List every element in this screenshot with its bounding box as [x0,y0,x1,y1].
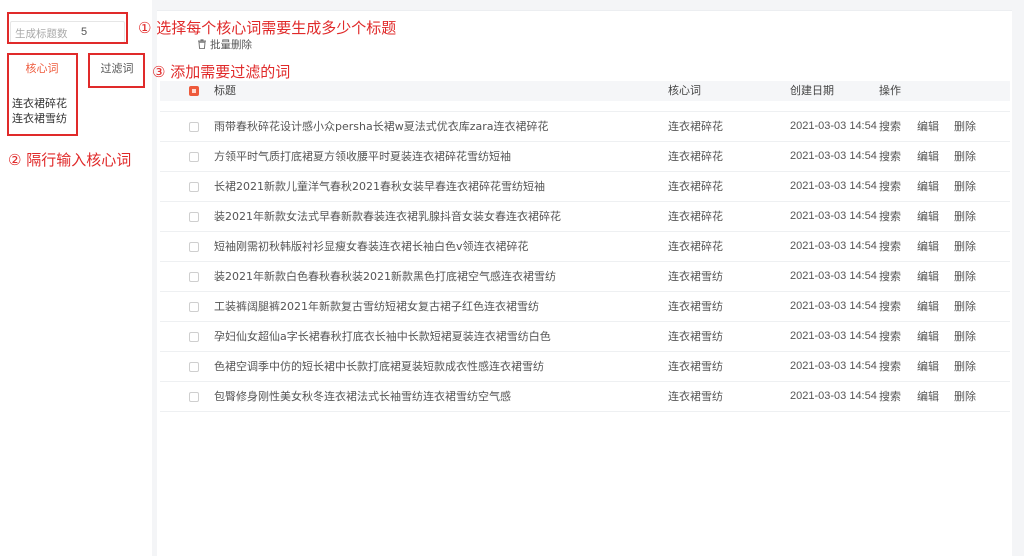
row-edit-link[interactable]: 编辑 [917,382,939,411]
row-delete-link[interactable]: 删除 [954,292,976,321]
row-date: 2021-03-03 14:54 [790,360,877,372]
row-keyword: 连衣裙雪纺 [668,300,723,313]
table-body: 雨带春秋碎花设计感小众persha长裙w夏法式优衣库zara连衣裙碎花 连衣裙碎花… [160,111,1010,412]
row-date: 2021-03-03 14:54 [790,330,877,342]
row-title: 装2021年新款女法式早春新款春装连衣裙乳腺抖音女装女春连衣裙碎花 [214,210,561,223]
row-checkbox[interactable] [189,122,199,132]
row-keyword: 连衣裙碎花 [668,240,723,253]
row-delete-link[interactable]: 删除 [954,172,976,201]
row-delete-link[interactable]: 删除 [954,382,976,411]
table-row: 色裙空调季中仿的短长裙中长款打底裙夏装短款成衣性感连衣裙雪纺 连衣裙雪纺 2021-… [160,352,1010,382]
row-checkbox[interactable] [189,182,199,192]
row-checkbox[interactable] [189,152,199,162]
batch-delete-label: 批量删除 [210,38,252,51]
annotation-box-filter [88,53,145,88]
row-delete-link[interactable]: 删除 [954,112,976,141]
row-search-link[interactable]: 搜索 [879,172,901,201]
row-keyword: 连衣裙碎花 [668,120,723,133]
row-edit-link[interactable]: 编辑 [917,262,939,291]
row-keyword: 连衣裙雪纺 [668,330,723,343]
table-row: 工装裤阔腿裤2021年新款复古雪纺短裙女复古裙子红色连衣裙雪纺 连衣裙雪纺 2021… [160,292,1010,322]
row-title: 短袖刚需初秋韩版衬衫显瘦女春装连衣裙长袖白色v领连衣裙碎花 [214,240,529,253]
row-date: 2021-03-03 14:54 [790,120,877,132]
row-delete-link[interactable]: 删除 [954,142,976,171]
row-checkbox[interactable] [189,362,199,372]
row-keyword: 连衣裙碎花 [668,180,723,193]
row-delete-link[interactable]: 删除 [954,232,976,261]
table-row: 方领平时气质打底裙夏方领收腰平时夏装连衣裙碎花雪纺短袖 连衣裙碎花 2021-03-… [160,142,1010,172]
row-edit-link[interactable]: 编辑 [917,352,939,381]
row-search-link[interactable]: 搜索 [879,202,901,231]
row-title: 长裙2021新款儿童洋气春秋2021春秋女装早春连衣裙碎花雪纺短袖 [214,180,545,193]
table-row: 装2021年新款女法式早春新款春装连衣裙乳腺抖音女装女春连衣裙碎花 连衣裙碎花 20… [160,202,1010,232]
header-keyword: 核心词 [668,84,701,97]
annotation-step3: ③ 添加需要过滤的词 [152,63,291,81]
row-date: 2021-03-03 14:54 [790,270,877,282]
row-date: 2021-03-03 14:54 [790,240,877,252]
row-keyword: 连衣裙碎花 [668,210,723,223]
row-search-link[interactable]: 搜索 [879,262,901,291]
header-title: 标题 [214,84,236,97]
table-row: 短袖刚需初秋韩版衬衫显瘦女春装连衣裙长袖白色v领连衣裙碎花 连衣裙碎花 2021-0… [160,232,1010,262]
row-date: 2021-03-03 14:54 [790,210,877,222]
row-keyword: 连衣裙雪纺 [668,390,723,403]
row-delete-link[interactable]: 删除 [954,262,976,291]
row-search-link[interactable]: 搜索 [879,142,901,171]
batch-delete-button[interactable]: 批量删除 [197,37,252,51]
row-checkbox[interactable] [189,272,199,282]
table-header: 标题 核心词 创建日期 操作 [160,81,1010,101]
row-edit-link[interactable]: 编辑 [917,202,939,231]
row-title: 工装裤阔腿裤2021年新款复古雪纺短裙女复古裙子红色连衣裙雪纺 [214,300,539,313]
row-search-link[interactable]: 搜索 [879,382,901,411]
table-row: 长裙2021新款儿童洋气春秋2021春秋女装早春连衣裙碎花雪纺短袖 连衣裙碎花 20… [160,172,1010,202]
row-search-link[interactable]: 搜索 [879,112,901,141]
row-checkbox[interactable] [189,392,199,402]
row-checkbox[interactable] [189,242,199,252]
row-keyword: 连衣裙碎花 [668,150,723,163]
row-checkbox[interactable] [189,332,199,342]
select-all-checkbox[interactable] [189,86,199,96]
row-edit-link[interactable]: 编辑 [917,292,939,321]
row-date: 2021-03-03 14:54 [790,390,877,402]
annotation-step2: ② 隔行输入核心词 [8,151,132,169]
row-checkbox[interactable] [189,302,199,312]
row-delete-link[interactable]: 删除 [954,202,976,231]
row-title: 方领平时气质打底裙夏方领收腰平时夏装连衣裙碎花雪纺短袖 [214,150,511,163]
row-date: 2021-03-03 14:54 [790,180,877,192]
row-delete-link[interactable]: 删除 [954,322,976,351]
annotation-box-keywords [7,53,78,136]
row-search-link[interactable]: 搜索 [879,352,901,381]
row-search-link[interactable]: 搜索 [879,322,901,351]
row-edit-link[interactable]: 编辑 [917,112,939,141]
table-row: 装2021年新款白色春秋春秋装2021新款黑色打底裙空气感连衣裙雪纺 连衣裙雪纺 2… [160,262,1010,292]
table-row: 孕妇仙女超仙a字长裙春秋打底衣长袖中长款短裙夏装连衣裙雪纺白色 连衣裙雪纺 2021… [160,322,1010,352]
row-edit-link[interactable]: 编辑 [917,232,939,261]
row-search-link[interactable]: 搜索 [879,232,901,261]
header-actions: 操作 [879,84,901,97]
header-date: 创建日期 [790,84,834,97]
trash-icon [198,39,206,49]
row-title: 装2021年新款白色春秋春秋装2021新款黑色打底裙空气感连衣裙雪纺 [214,270,556,283]
row-title: 孕妇仙女超仙a字长裙春秋打底衣长袖中长款短裙夏装连衣裙雪纺白色 [214,330,551,343]
row-date: 2021-03-03 14:54 [790,300,877,312]
row-date: 2021-03-03 14:54 [790,150,877,162]
row-title: 色裙空调季中仿的短长裙中长款打底裙夏装短款成衣性感连衣裙雪纺 [214,360,544,373]
table-row: 包臀修身刚性美女秋冬连衣裙法式长袖雪纺连衣裙雪纺空气感 连衣裙雪纺 2021-03-… [160,382,1010,412]
row-keyword: 连衣裙雪纺 [668,360,723,373]
row-edit-link[interactable]: 编辑 [917,172,939,201]
annotation-step1: ① 选择每个核心词需要生成多少个标题 [138,19,397,37]
row-keyword: 连衣裙雪纺 [668,270,723,283]
annotation-box-count [7,12,128,44]
row-delete-link[interactable]: 删除 [954,352,976,381]
row-edit-link[interactable]: 编辑 [917,322,939,351]
row-checkbox[interactable] [189,212,199,222]
row-title: 包臀修身刚性美女秋冬连衣裙法式长袖雪纺连衣裙雪纺空气感 [214,390,511,403]
row-edit-link[interactable]: 编辑 [917,142,939,171]
row-title: 雨带春秋碎花设计感小众persha长裙w夏法式优衣库zara连衣裙碎花 [214,120,549,133]
row-search-link[interactable]: 搜索 [879,292,901,321]
table-row: 雨带春秋碎花设计感小众persha长裙w夏法式优衣库zara连衣裙碎花 连衣裙碎花… [160,112,1010,142]
